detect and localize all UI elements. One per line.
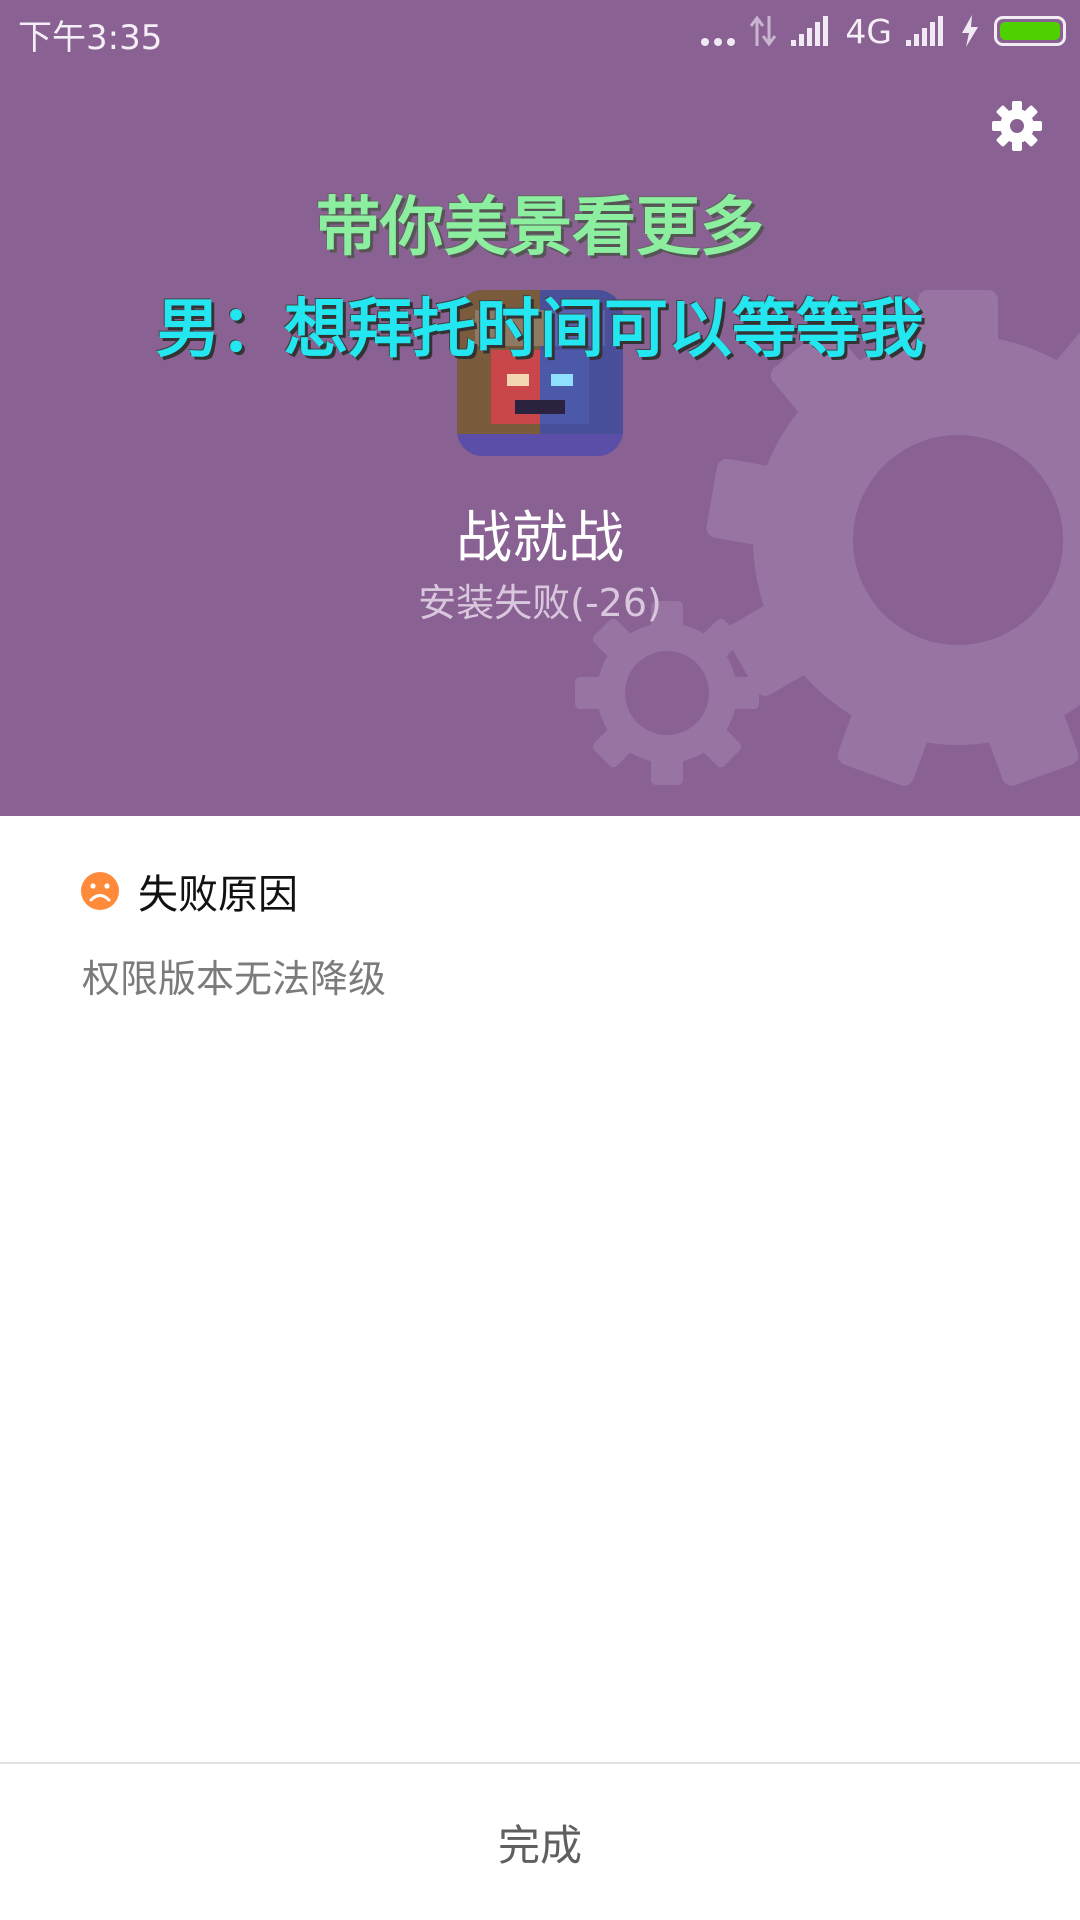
done-button[interactable]: 完成 — [0, 1762, 1080, 1920]
status-time: 下午3:35 — [18, 18, 163, 58]
failure-reason-text: 权限版本无法降级 — [82, 957, 387, 1001]
signal-icon — [791, 16, 829, 46]
battery-icon — [994, 16, 1066, 46]
done-label: 完成 — [497, 1820, 582, 1870]
app-name: 战就战 — [456, 506, 624, 571]
install-result-screen: 下午3:35 4G 带你美景看更多 男：想拜托时间可以等等我 战就战 安装失败(… — [0, 0, 1080, 1920]
gear-icon — [992, 101, 1042, 151]
settings-button[interactable] — [987, 96, 1047, 156]
subtitle-overlay-line2: 男：想拜托时间可以等等我 — [156, 293, 924, 367]
failure-reason-header: 失败原因 — [80, 862, 298, 920]
network-type: 4G — [845, 11, 892, 51]
charging-icon — [962, 15, 978, 47]
failure-reason-title: 失败原因 — [138, 872, 298, 918]
data-transfer-icon — [750, 15, 777, 47]
battery-level — [1000, 22, 1060, 40]
status-bar: 下午3:35 4G — [0, 0, 1080, 62]
sad-face-icon — [81, 872, 119, 910]
status-icons: 4G — [701, 11, 1066, 51]
more-dots-icon — [701, 16, 736, 46]
subtitle-overlay-line1: 带你美景看更多 — [316, 191, 764, 265]
header-panel: 下午3:35 4G 带你美景看更多 男：想拜托时间可以等等我 战就战 安装失败(… — [0, 0, 1080, 816]
signal-icon-2 — [906, 16, 943, 46]
install-status: 安装失败(-26) — [418, 581, 662, 625]
